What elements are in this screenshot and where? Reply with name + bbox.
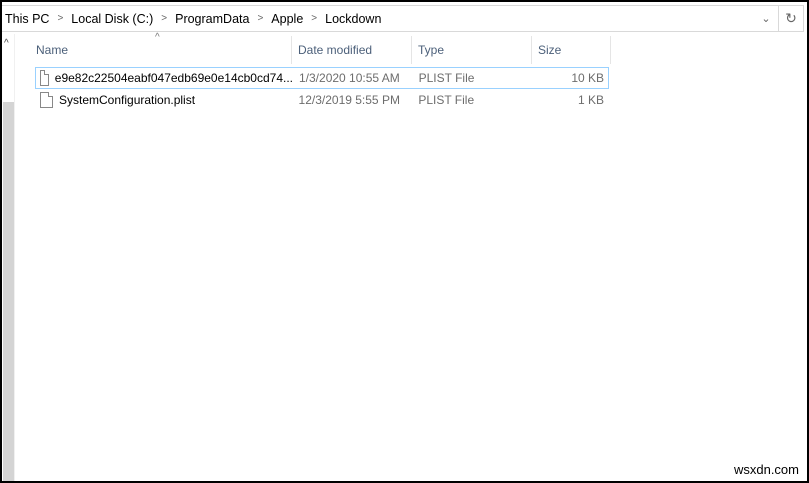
column-header-size[interactable]: Size (532, 36, 611, 64)
watermark: wsxdn.com (733, 462, 799, 477)
chevron-right-icon[interactable]: > (57, 13, 63, 24)
file-type: PLIST File (418, 71, 475, 85)
crumb-lockdown[interactable]: Lockdown (325, 12, 381, 26)
address-bar[interactable]: This PC > Local Disk (C:) > ProgramData > A… (2, 5, 804, 32)
chevron-right-icon[interactable]: > (311, 13, 317, 24)
column-header-name[interactable]: Name (30, 36, 292, 64)
sort-ascending-icon: ^ (155, 32, 160, 43)
refresh-icon[interactable]: ↻ (778, 6, 803, 31)
chevron-down-icon[interactable]: ⌄ (756, 6, 776, 31)
column-header-row: ^ Name Date modified Type Size (30, 32, 611, 64)
crumb-programdata[interactable]: ProgramData (175, 12, 249, 26)
crumb-local-disk[interactable]: Local Disk (C:) (71, 12, 153, 26)
chevron-right-icon[interactable]: > (161, 13, 167, 24)
file-date: 1/3/2020 10:55 AM (299, 71, 400, 85)
file-size: 1 KB (577, 93, 604, 107)
chevron-right-icon[interactable]: > (257, 13, 263, 24)
file-icon (40, 70, 49, 86)
breadcrumb: This PC > Local Disk (C:) > ProgramData > A… (2, 12, 381, 26)
file-row[interactable]: SystemConfiguration.plist 12/3/2019 5:55… (35, 89, 609, 111)
column-header-date[interactable]: Date modified (292, 36, 412, 64)
crumb-apple[interactable]: Apple (271, 12, 303, 26)
file-icon (40, 92, 53, 108)
file-name: e9e82c22504eabf047edb69e0e14cb0cd74... (54, 71, 293, 85)
file-size: 10 KB (571, 71, 605, 85)
file-type: PLIST File (418, 93, 475, 107)
file-row[interactable]: e9e82c22504eabf047edb69e0e14cb0cd74... 1… (35, 67, 609, 89)
file-date: 12/3/2019 5:55 PM (298, 93, 400, 107)
scroll-up-icon[interactable]: ^ (4, 38, 9, 49)
file-name: SystemConfiguration.plist (59, 93, 196, 107)
column-header-type[interactable]: Type (412, 36, 532, 64)
crumb-this-pc[interactable]: This PC (5, 12, 49, 26)
scrollbar-thumb[interactable] (3, 102, 14, 481)
scrollbar[interactable]: ^ (2, 34, 15, 481)
